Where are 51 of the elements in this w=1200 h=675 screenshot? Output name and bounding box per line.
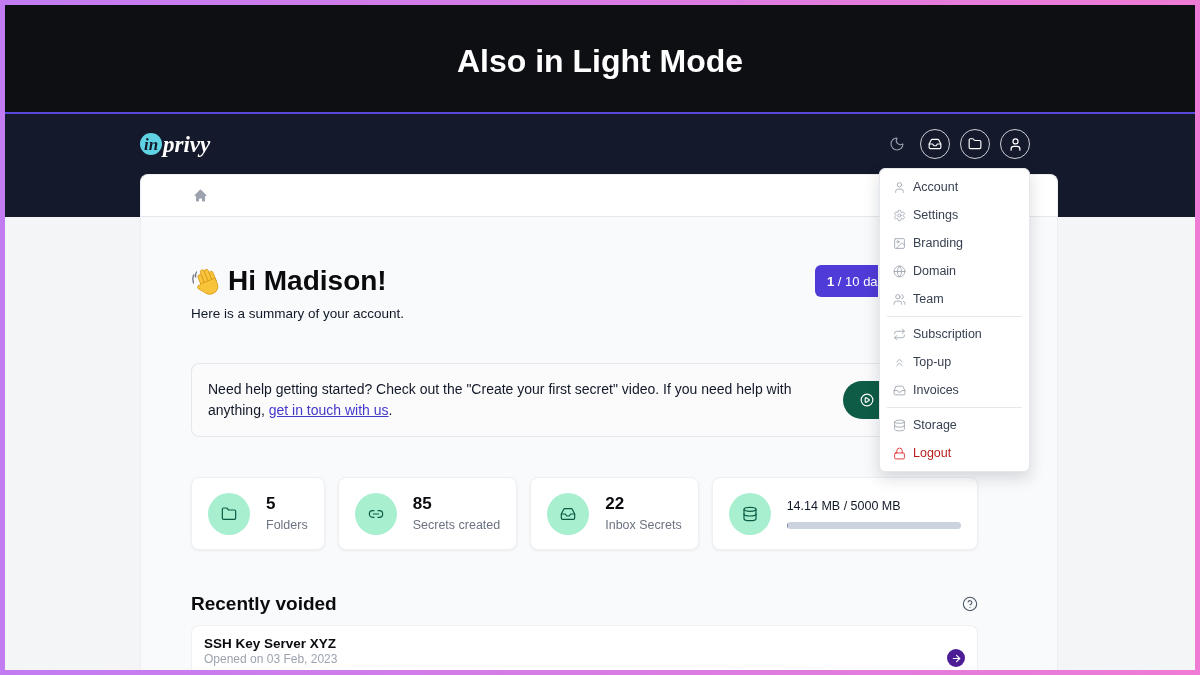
menu-item[interactable]: Storage — [880, 411, 1029, 439]
user-icon — [1007, 136, 1023, 152]
image-icon — [893, 236, 906, 250]
play-icon — [860, 393, 874, 407]
menu-item[interactable]: Team — [880, 285, 1029, 313]
menu-item[interactable]: Logout — [880, 439, 1029, 467]
moon-icon[interactable] — [889, 136, 905, 152]
voided-item[interactable]: SSH Key Server XYZ Opened on 03 Feb, 2023 — [191, 625, 978, 670]
folder-icon — [968, 137, 982, 151]
inbox-icon — [547, 492, 590, 535]
inbox-icon — [928, 137, 942, 151]
link-icon — [354, 492, 397, 535]
user-icon — [893, 180, 906, 194]
globe-icon — [893, 264, 906, 278]
menu-item[interactable]: Domain — [880, 257, 1029, 285]
menu-item[interactable]: Branding — [880, 229, 1029, 257]
section-title: Recently voided — [191, 592, 337, 616]
trial-badge: 1 / 10 da — [815, 265, 878, 297]
contact-link[interactable]: get in touch with us — [268, 402, 389, 418]
greeting-subtitle: Here is a summary of your account. — [191, 305, 405, 323]
help-text: Need help getting started? Check out the "Create your first secret" video. If you need help with anything, get in touch with us. — [208, 380, 793, 420]
arrow-right-icon — [950, 652, 962, 664]
item-name: SSH Key Server XYZ — [204, 635, 338, 652]
greeting-title: Hi Madison! — [228, 264, 387, 298]
storage-reading: 14.14 MB / 5000 MB — [786, 498, 902, 514]
database-icon — [893, 418, 906, 432]
waving-hand-icon — [191, 266, 219, 296]
stat-label: Secrets created — [412, 517, 501, 533]
inbox-icon — [893, 383, 906, 397]
menu-item[interactable]: Account — [880, 173, 1029, 201]
menu-item[interactable]: Settings — [880, 201, 1029, 229]
menu-item[interactable]: Subscription — [880, 320, 1029, 348]
item-date: Opened on 03 Feb, 2023 — [204, 652, 338, 666]
brand-logo[interactable]: in privy — [140, 129, 211, 159]
play-video-button[interactable] — [843, 381, 879, 419]
users-icon — [893, 292, 906, 306]
lock-icon — [893, 446, 906, 460]
help-icon[interactable] — [962, 596, 978, 612]
repeat-icon — [893, 327, 906, 341]
menu-item[interactable]: Top-up — [880, 348, 1029, 376]
database-icon — [728, 492, 771, 535]
open-item-button[interactable] — [947, 649, 965, 667]
stat-label: Folders — [266, 517, 308, 533]
settings-icon — [893, 208, 906, 222]
banner-title: Also in Light Mode — [456, 41, 744, 81]
folder-icon — [208, 492, 250, 535]
stat-value: 5 — [266, 494, 277, 514]
stat-value: 85 — [412, 494, 433, 514]
menu-item[interactable]: Invoices — [880, 376, 1029, 404]
stat-value: 22 — [605, 494, 626, 514]
stat-label: Inbox Secrets — [605, 517, 682, 533]
